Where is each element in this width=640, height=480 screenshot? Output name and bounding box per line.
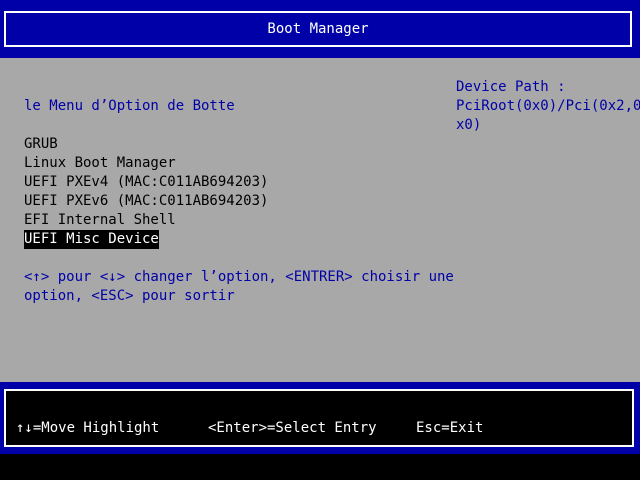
boot-menu-panel: le Menu d’Option de Botte Device Path : … bbox=[0, 58, 640, 382]
footer-bar bbox=[0, 382, 640, 454]
boot-option-grub[interactable]: GRUB bbox=[24, 135, 58, 154]
help-text-line-2: option, <ESC> pour sortir bbox=[24, 288, 235, 304]
title-bar: Boot Manager bbox=[0, 0, 640, 58]
boot-option-uefi-misc-device[interactable]: UEFI Misc Device bbox=[24, 230, 159, 249]
boot-option-uefi-pxev4[interactable]: UEFI PXEv4 (MAC:C011AB694203) bbox=[24, 173, 268, 192]
select-entry-hint: <Enter>=Select Entry bbox=[208, 420, 377, 436]
device-path-label: Device Path : bbox=[456, 79, 566, 95]
boot-option-uefi-pxev6[interactable]: UEFI PXEv6 (MAC:C011AB694203) bbox=[24, 192, 268, 211]
device-path-value-line-2: x0) bbox=[456, 117, 482, 133]
footer-hint-box bbox=[4, 389, 634, 447]
exit-hint: Esc=Exit bbox=[416, 420, 484, 436]
menu-title: le Menu d’Option de Botte bbox=[24, 98, 235, 114]
move-highlight-hint: ↑↓=Move Highlight bbox=[16, 420, 160, 436]
bios-screen: Boot Manager le Menu d’Option de Botte D… bbox=[0, 0, 640, 480]
boot-option-efi-internal-shell[interactable]: EFI Internal Shell bbox=[24, 211, 176, 230]
boot-option-linux-boot-manager[interactable]: Linux Boot Manager bbox=[24, 154, 176, 173]
bottom-strip bbox=[0, 454, 640, 480]
page-title: Boot Manager bbox=[4, 11, 632, 47]
device-path-value-line-1: PciRoot(0x0)/Pci(0x2,0 bbox=[456, 98, 640, 114]
help-text-line-1: <↑> pour <↓> changer l’option, <ENTRER> … bbox=[24, 269, 454, 285]
